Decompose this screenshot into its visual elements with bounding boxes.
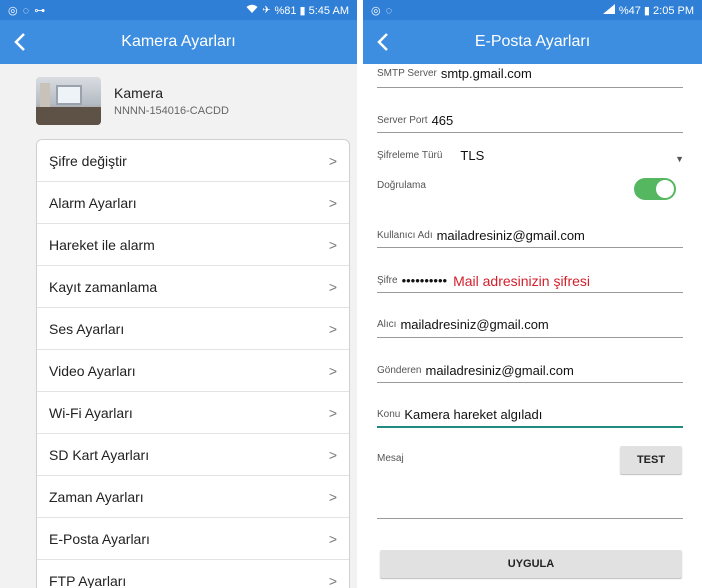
sender-label: Gönderen [377, 365, 422, 376]
test-button[interactable]: TEST [620, 446, 682, 474]
chevron-right-icon: > [328, 530, 337, 547]
wifi-icon [246, 4, 258, 17]
smtp-server-field[interactable]: SMTP Server smtp.gmail.com [377, 66, 683, 82]
menu-item-wifi-settings[interactable]: Wi-Fi Ayarları > [37, 392, 349, 434]
settings-menu: Şifre değiştir > Alarm Ayarları > Hareket il… [36, 139, 350, 588]
menu-item-sd-card-settings[interactable]: SD Kart Ayarları > [37, 434, 349, 476]
app-bar: Kamera Ayarları [0, 20, 357, 64]
menu-item-label: SD Kart Ayarları [49, 446, 150, 463]
chevron-right-icon: > [328, 488, 337, 505]
menu-item-label: E-Posta Ayarları [49, 530, 150, 547]
menu-item-alarm-settings[interactable]: Alarm Ayarları > [37, 182, 349, 224]
password-input[interactable]: •••••••••• [402, 273, 448, 288]
menu-item-label: Kayıt zamanlama [49, 278, 158, 295]
chevron-right-icon: > [328, 404, 337, 421]
chevron-right-icon: > [328, 278, 337, 295]
menu-item-label: Hareket ile alarm [49, 236, 155, 253]
menu-item-ftp-settings[interactable]: FTP Ayarları > [37, 560, 349, 588]
chevron-right-icon: > [328, 320, 337, 337]
chevron-right-icon: > [328, 194, 337, 211]
camera-header: Kamera NNNN-154016-CACDD [0, 64, 357, 137]
chevron-right-icon: > [328, 362, 337, 379]
camera-settings-screen: ◎ ◌ ⊶ ✈ %81 ▮ 5:45 AM Kamera Ayarları Ka… [0, 0, 357, 588]
apply-button[interactable]: UYGULA [380, 550, 682, 578]
menu-item-label: Wi-Fi Ayarları [49, 404, 133, 421]
menu-item-label: FTP Ayarları [49, 572, 127, 588]
menu-item-label: Şifre değiştir [49, 152, 127, 169]
password-field[interactable]: Şifre •••••••••• Mail adresinizin şifres… [377, 273, 683, 289]
status-icons: ◎ ◌ [371, 4, 394, 17]
smtp-server-input[interactable]: smtp.gmail.com [441, 66, 532, 81]
password-label: Şifre [377, 275, 398, 286]
chevron-right-icon: > [328, 572, 337, 588]
menu-item-label: Ses Ayarları [49, 320, 125, 337]
page-title: E-Posta Ayarları [474, 33, 591, 50]
username-field[interactable]: Kullanıcı Adı mailadresiniz@gmail.com [377, 228, 683, 244]
status-battery-time: %81 ▮ 5:45 AM [274, 4, 349, 17]
menu-item-motion-alarm[interactable]: Hareket ile alarm > [37, 224, 349, 266]
signal-icon [602, 3, 615, 17]
sender-input[interactable]: mailadresiniz@gmail.com [425, 363, 573, 378]
dropdown-arrow-icon[interactable]: ▼ [675, 154, 684, 164]
auth-toggle[interactable] [634, 178, 676, 200]
username-label: Kullanıcı Adı [377, 230, 433, 241]
encryption-label: Şifreleme Türü [377, 150, 443, 161]
status-icons: ◎ ◌ ⊶ [8, 4, 47, 17]
camera-name: Kamera [114, 84, 164, 101]
airplane-icon: ✈ [262, 4, 271, 16]
subject-field[interactable]: Konu Kamera hareket algıladı [377, 407, 683, 423]
subject-label: Konu [377, 409, 401, 420]
recipient-input[interactable]: mailadresiniz@gmail.com [400, 317, 548, 332]
encryption-select[interactable]: Şifreleme Türü TLS [377, 148, 683, 164]
menu-item-record-schedule[interactable]: Kayıt zamanlama > [37, 266, 349, 308]
chevron-right-icon: > [328, 446, 337, 463]
page-title: Kamera Ayarları [121, 33, 236, 50]
menu-item-audio-settings[interactable]: Ses Ayarları > [37, 308, 349, 350]
menu-item-email-settings[interactable]: E-Posta Ayarları > [37, 518, 349, 560]
menu-item-time-settings[interactable]: Zaman Ayarları > [37, 476, 349, 518]
server-port-input[interactable]: 465 [432, 113, 454, 128]
chevron-right-icon: > [328, 236, 337, 253]
back-button[interactable] [363, 20, 403, 64]
server-port-field[interactable]: Server Port 465 [377, 113, 683, 129]
encryption-value: TLS [460, 148, 485, 163]
status-bar: ◎ ◌ %47 ▮ 2:05 PM [363, 0, 702, 20]
smtp-server-label: SMTP Server [377, 68, 437, 79]
camera-id: NNNN-154016-CACDD [114, 104, 229, 117]
menu-item-label: Alarm Ayarları [49, 194, 137, 211]
auth-label: Doğrulama [377, 180, 426, 191]
chevron-right-icon: > [328, 152, 337, 169]
message-label: Mesaj [377, 453, 404, 464]
sender-field[interactable]: Gönderen mailadresiniz@gmail.com [377, 363, 683, 379]
menu-item-label: Zaman Ayarları [49, 488, 144, 505]
chevron-left-icon [14, 33, 25, 51]
subject-input[interactable]: Kamera hareket algıladı [404, 407, 542, 422]
password-note: Mail adresinizin şifresi [453, 273, 591, 289]
status-battery-time: %47 ▮ 2:05 PM [618, 4, 694, 17]
back-button[interactable] [0, 20, 40, 64]
recipient-label: Alıcı [377, 319, 397, 330]
menu-item-change-password[interactable]: Şifre değiştir > [37, 140, 349, 182]
status-bar: ◎ ◌ ⊶ ✈ %81 ▮ 5:45 AM [0, 0, 357, 20]
server-port-label: Server Port [377, 115, 428, 126]
app-bar: E-Posta Ayarları [363, 20, 702, 64]
menu-item-label: Video Ayarları [49, 362, 136, 379]
username-input[interactable]: mailadresiniz@gmail.com [437, 228, 585, 243]
menu-item-video-settings[interactable]: Video Ayarları > [37, 350, 349, 392]
chevron-left-icon [377, 33, 388, 51]
camera-thumbnail [36, 76, 101, 125]
recipient-field[interactable]: Alıcı mailadresiniz@gmail.com [377, 317, 683, 333]
email-settings-screen: ◎ ◌ %47 ▮ 2:05 PM E-Posta Ayarları SMTP … [363, 0, 702, 588]
